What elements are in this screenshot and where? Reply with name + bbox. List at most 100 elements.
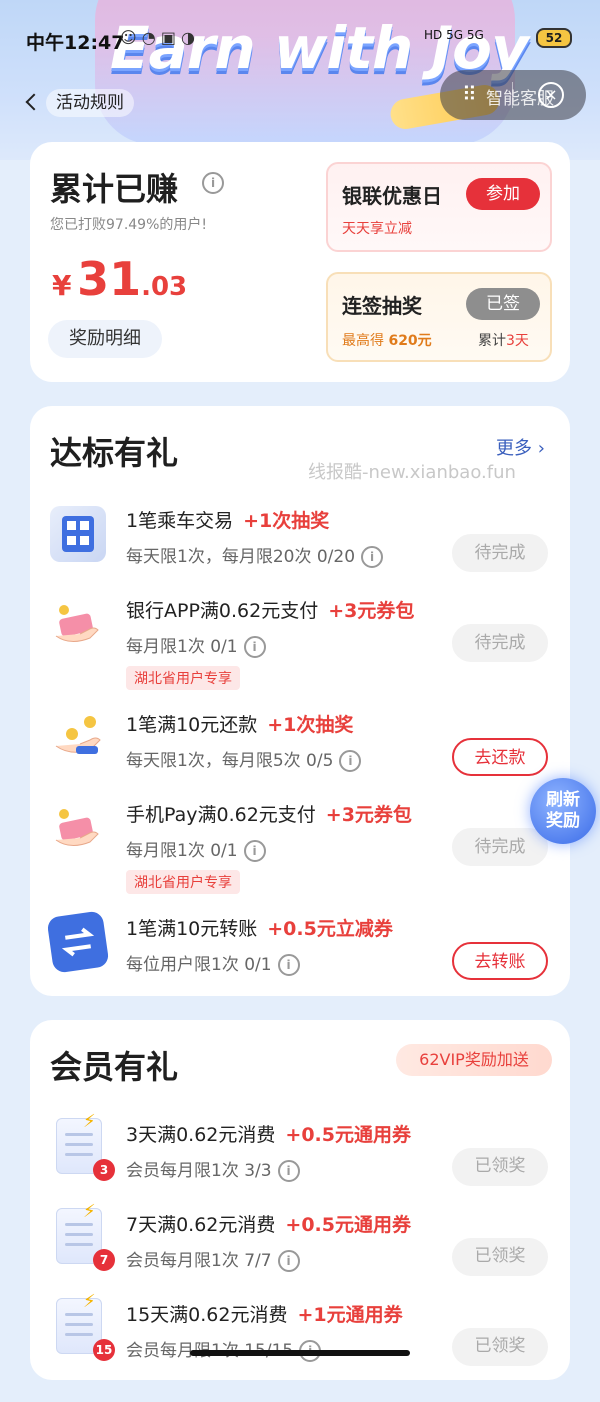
claimed-button[interactable]: 已领奖 [452,1148,548,1186]
status-bar: 中午12:47 ☺ ◔ ▣ ◑ HD 5G 5G 52 [0,22,600,56]
task-title: 15天满0.62元消费 [126,1304,288,1326]
member-section-title: 会员有礼 [50,1042,179,1088]
task-name: 1笔满10元还款 +1次抽奖 [126,710,353,737]
doc-line [65,1153,93,1156]
task-title: 3天满0.62元消费 [126,1124,276,1146]
task-title: 7天满0.62元消费 [126,1214,276,1236]
task-name: 3天满0.62元消费 +0.5元通用券 [126,1120,411,1147]
info-icon[interactable]: i [243,840,266,862]
document-icon: ⚡ 7 [56,1201,115,1271]
doc-line [65,1143,93,1146]
task-title: 1笔满10元还款 [126,714,258,736]
task-reward: +1次抽奖 [243,510,330,532]
status-time: 中午12:47 [26,32,125,54]
info-icon[interactable]: i [243,636,266,658]
refresh-label-1: 刷新 [546,790,580,810]
doc-line [65,1133,93,1136]
task-title: 银行APP满0.62元支付 [126,600,319,622]
amount-decimal: .03 [141,272,188,302]
task-reward: +3元券包 [328,600,415,622]
task-reward: +0.5元通用券 [285,1124,411,1146]
checkin-lottery-card[interactable]: 连签抽奖 最高得 620元 累计3天 已签 [326,272,552,362]
checkin-max-reward: 最高得 620元 [342,330,432,350]
task-limit: 会员每月限1次 7/7 i [126,1246,300,1272]
earnings-amount: ¥ 31.03 [52,252,187,306]
task-limit-text: 会员每月限1次 3/3 [126,1161,272,1181]
vip-bonus-badge: 62VIP奖励加送 [396,1044,552,1076]
task-row: 手机Pay满0.62元支付 +3元券包 每月限1次 0/1 i 湖北省用户专享 待完… [30,792,570,902]
task-name: 银行APP满0.62元支付 +3元券包 [126,596,414,623]
more-dots-icon[interactable]: ⠿ [462,84,479,104]
doc-line [65,1323,93,1326]
currency-symbol: ¥ [52,269,72,302]
amount-integer: 31 [77,252,142,306]
streak-value: 3天 [506,333,529,349]
day-count-badge: 7 [93,1249,115,1271]
info-icon[interactable]: i [277,1160,300,1182]
task-limit: 每月限1次 0/1 i [126,632,266,658]
task-reward: +3元券包 [325,804,412,826]
info-icon[interactable]: i [277,1250,300,1272]
task-limit: 每天限1次，每月限20次 0/20 i [126,542,384,568]
task-reward: +1次抽奖 [267,714,354,736]
refresh-rewards-button[interactable]: 刷新 奖励 [530,778,596,844]
task-reward: +1元通用券 [297,1304,403,1326]
info-icon[interactable]: i [339,750,362,772]
task-row: 银行APP满0.62元支付 +3元券包 每月限1次 0/1 i 湖北省用户专享 待完… [30,588,570,698]
document-icon: ⚡ 3 [56,1111,115,1181]
doc-line [65,1233,93,1236]
task-limit-text: 每月限1次 0/1 [126,637,238,657]
task-name: 1笔满10元转账 +0.5元立减券 [126,914,393,941]
task-limit: 会员每月限1次 15/15i [126,1336,322,1362]
streak-label: 累计 [478,333,506,349]
coin-hand-icon [50,710,106,766]
member-task-row: ⚡ 15 15天满0.62元消费 +1元通用券 会员每月限1次 15/15i 已领… [30,1291,570,1402]
more-link[interactable]: 更多 › [496,434,545,460]
checkin-title: 连签抽奖 [342,294,422,318]
task-limit: 每月限1次 0/1 i [126,836,266,862]
unionpay-promo-card[interactable]: 银联优惠日 天天享立减 参加 [326,162,552,252]
task-reward: +0.5元通用券 [285,1214,411,1236]
money-hand-icon [50,800,106,856]
claimed-button[interactable]: 已领奖 [452,1328,548,1366]
status-app-icons: ☺ ◔ ▣ ◑ [120,28,195,47]
max-reward-value: 620元 [388,333,432,349]
battery-icon: 52 [536,28,572,48]
task-limit: 会员每月限1次 3/3 i [126,1156,300,1182]
refresh-label-2: 奖励 [546,811,580,831]
task-name: 7天满0.62元消费 +0.5元通用券 [126,1210,411,1237]
info-icon[interactable]: i [361,546,384,568]
task-status-button[interactable]: 待完成 [452,534,548,572]
task-status-button[interactable]: 待完成 [452,624,548,662]
task-status-button[interactable]: 待完成 [452,828,548,866]
task-limit-text: 每月限1次 0/1 [126,841,238,861]
transfer-button[interactable]: 去转账 [452,942,548,980]
chevron-left-icon [25,93,43,111]
tasks-card: 达标有礼 更多 › 线报酷-new.xianbao.fun 1笔乘车交易 +1次抽… [30,406,570,996]
network-indicator: HD 5G 5G [424,28,484,42]
task-title: 1笔乘车交易 [126,510,234,532]
checkin-streak: 累计3天 [478,330,529,350]
unionpay-promo-subtitle: 天天享立减 [342,221,412,237]
rules-back-button[interactable]: 活动规则 [22,86,142,120]
earnings-title: 累计已赚 [50,170,179,208]
capsule-divider [512,82,513,108]
home-indicator[interactable] [190,1350,410,1356]
task-name: 手机Pay满0.62元支付 +3元券包 [126,800,412,827]
unionpay-promo-title: 银联优惠日 [342,184,442,208]
task-reward: +0.5元立减券 [267,918,393,940]
claimed-button[interactable]: 已领奖 [452,1238,548,1276]
signed-button[interactable]: 已签 [466,288,540,320]
doc-line [65,1223,93,1226]
task-limit-text: 会员每月限1次 7/7 [126,1251,272,1271]
join-button[interactable]: 参加 [466,178,540,210]
info-icon[interactable]: i [202,172,224,194]
day-count-badge: 15 [93,1339,115,1361]
reward-detail-button[interactable]: 奖励明细 [48,320,162,358]
doc-line [65,1243,93,1246]
close-icon[interactable]: × [538,82,564,108]
repay-button[interactable]: 去还款 [452,738,548,776]
money-hand-icon [50,596,106,652]
info-icon[interactable]: i [277,954,300,976]
earnings-card: 累计已赚 i 您已打败97.49%的用户! ¥ 31.03 奖励明细 银联优惠日… [30,142,570,382]
